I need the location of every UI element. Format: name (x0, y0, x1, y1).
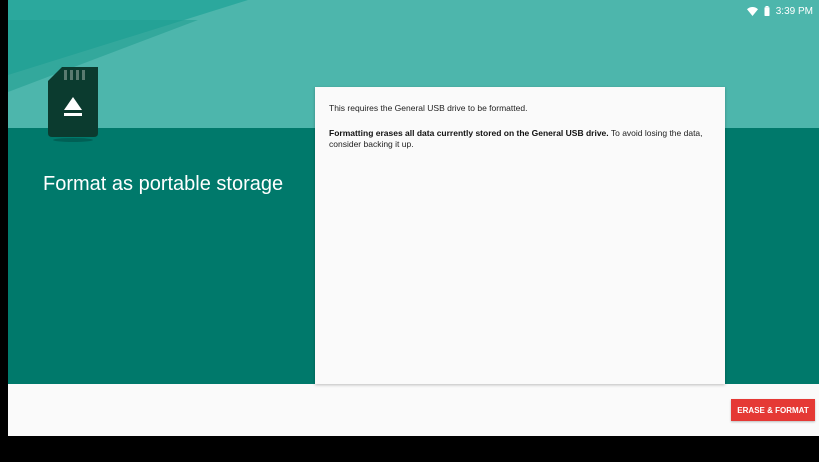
warning-bold-text: Formatting erases all data currently sto… (329, 128, 609, 138)
navigation-bar (0, 436, 819, 462)
bottom-action-bar: ERASE & FORMAT (8, 384, 819, 436)
content-card: This requires the General USB drive to b… (315, 87, 725, 384)
format-storage-screen: 3:39 PM Format as portable storage This … (8, 0, 819, 436)
status-time: 3:39 PM (775, 5, 813, 17)
screen: 3:39 PM Format as portable storage This … (0, 0, 819, 462)
erase-format-button[interactable]: ERASE & FORMAT (731, 399, 815, 421)
wifi-icon (746, 6, 758, 16)
status-bar: 3:39 PM (746, 0, 819, 22)
data-loss-warning: Formatting erases all data currently sto… (329, 128, 709, 150)
page-title: Format as portable storage (43, 173, 284, 195)
format-required-message: This requires the General USB drive to b… (329, 103, 528, 113)
battery-icon (764, 6, 770, 16)
sd-card-eject-icon (48, 67, 98, 143)
left-gutter (0, 0, 8, 436)
